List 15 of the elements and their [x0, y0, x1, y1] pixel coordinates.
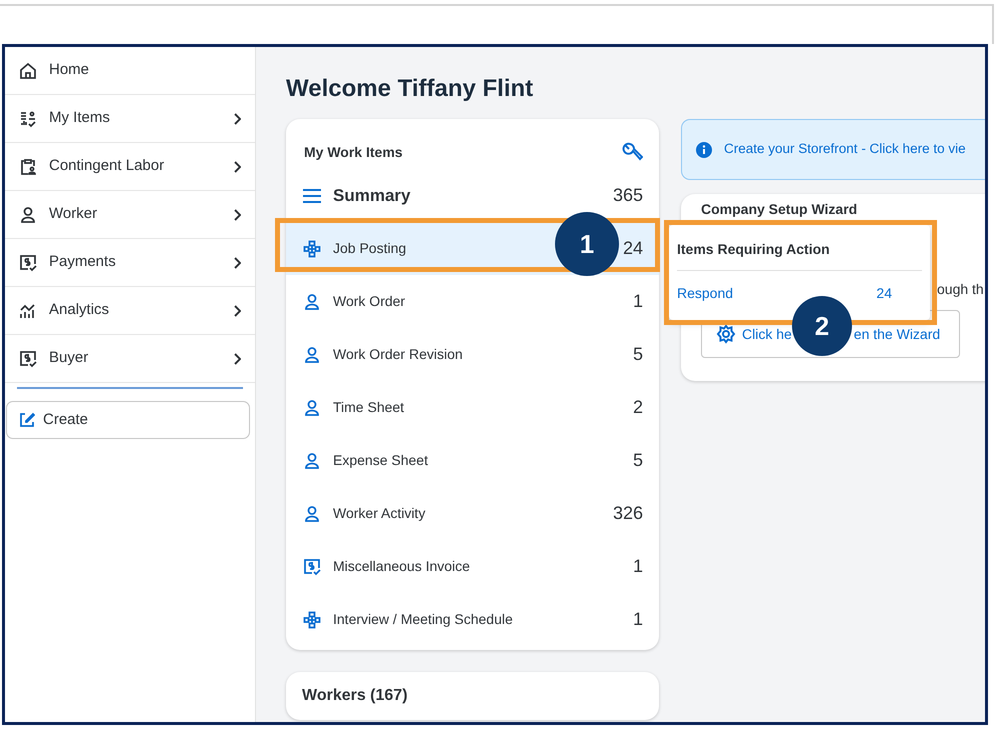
item-count: 1: [632, 290, 643, 313]
popover-title: Items Requiring Action: [677, 239, 922, 271]
item-count: 1: [632, 555, 643, 578]
page-heading: Welcome Tiffany Flint: [286, 74, 534, 104]
item-count: 5: [632, 343, 643, 366]
item-count: 24: [622, 237, 643, 260]
item-count: 365: [612, 184, 643, 207]
item-count: 5: [632, 449, 643, 472]
item-count: 1: [632, 608, 643, 631]
card-title: Company Setup Wizard: [701, 200, 858, 219]
item-count: 2: [632, 396, 643, 419]
item-count: 326: [612, 502, 643, 525]
card-title: My Work Items: [304, 142, 403, 162]
card-text: ough th: [937, 280, 985, 299]
item-count: 24: [876, 284, 892, 303]
